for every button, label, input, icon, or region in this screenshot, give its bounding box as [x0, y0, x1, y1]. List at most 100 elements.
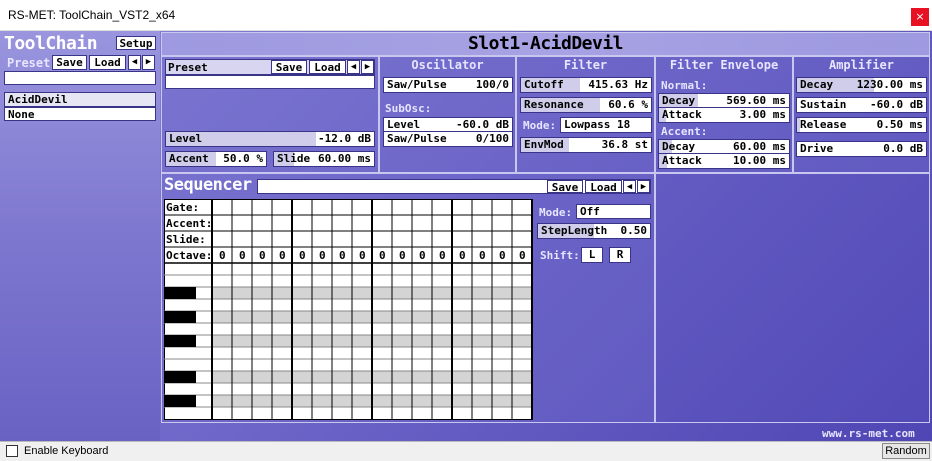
- octave-value[interactable]: 0: [279, 249, 286, 262]
- close-button[interactable]: ×: [911, 8, 929, 26]
- slot-item-2[interactable]: None: [4, 107, 156, 121]
- amp-decay-value: 1230.00 ms: [856, 78, 923, 91]
- subosc-saw-pulse-value: 0/100: [475, 132, 509, 145]
- filter-mode-select[interactable]: Lowpass 18: [560, 117, 652, 133]
- octave-value[interactable]: 0: [419, 249, 426, 262]
- website-label: www.rs-met.com: [822, 427, 915, 440]
- setup-button[interactable]: Setup: [116, 36, 156, 50]
- accent-attack-slider[interactable]: Attack 10.00 ms: [658, 153, 790, 169]
- osc-saw-pulse-label: Saw/Pulse: [387, 78, 447, 91]
- amp-release-value: 0.50 ms: [876, 118, 923, 131]
- octave-value[interactable]: 0: [399, 249, 406, 262]
- resonance-slider[interactable]: Resonance 60.6 %: [520, 97, 652, 113]
- octave-value[interactable]: 0: [479, 249, 486, 262]
- accent-slider[interactable]: Accent 50.0 %: [165, 151, 267, 167]
- amp-decay-slider[interactable]: Decay 1230.00 ms: [796, 77, 927, 93]
- octave-value[interactable]: 0: [239, 249, 246, 262]
- amp-release-slider[interactable]: Release 0.50 ms: [796, 117, 927, 133]
- toolchain-prev-button[interactable]: ◀: [128, 55, 141, 70]
- accent-row-label: Accent:: [166, 217, 212, 230]
- piano-black-key: [164, 311, 196, 323]
- shift-left-button[interactable]: L: [581, 247, 603, 263]
- amplifier-title: Amplifier: [828, 58, 895, 72]
- preset-save-button[interactable]: Save: [271, 60, 307, 74]
- filter-title: Filter: [563, 58, 608, 72]
- octave-value[interactable]: 0: [219, 249, 226, 262]
- amp-sustain-value: -60.0 dB: [870, 98, 923, 111]
- octave-value[interactable]: 0: [379, 249, 386, 262]
- normal-attack-slider[interactable]: Attack 3.00 ms: [658, 107, 790, 123]
- slide-slider[interactable]: Slide 60.00 ms: [273, 151, 375, 167]
- amp-sustain-slider[interactable]: Sustain -60.0 dB: [796, 97, 927, 113]
- cutoff-label: Cutoff: [524, 78, 564, 91]
- accent-value: 50.0 %: [223, 152, 263, 165]
- toolchain-next-button[interactable]: ▶: [142, 55, 155, 70]
- steplength-value: 0.50: [620, 224, 648, 237]
- level-slider[interactable]: Level -12.0 dB: [165, 131, 375, 147]
- octave-value[interactable]: 0: [519, 249, 526, 262]
- filter-envelope-title: Filter Envelope: [669, 58, 779, 72]
- piano-black-key: [164, 287, 196, 299]
- enable-keyboard-label: Enable Keyboard: [24, 445, 109, 457]
- amp-release-label: Release: [800, 118, 847, 131]
- toolchain-load-button[interactable]: Load: [89, 55, 126, 70]
- slot-item-1[interactable]: AcidDevil: [4, 92, 156, 107]
- sequencer-grid[interactable]: Gate: Accent: Slide: Octave: 00000000000…: [164, 199, 533, 420]
- toolchain-save-button[interactable]: Save: [52, 55, 87, 70]
- slide-value: 60.00 ms: [318, 152, 371, 165]
- preset-name-field[interactable]: [165, 75, 375, 89]
- resonance-value: 60.6 %: [608, 98, 648, 111]
- level-label: Level: [169, 132, 203, 145]
- amp-decay-label: Decay: [800, 78, 834, 91]
- preset-next-button[interactable]: ▶: [361, 60, 374, 74]
- piano-black-key: [164, 371, 196, 383]
- shift-right-button[interactable]: R: [609, 247, 631, 263]
- octave-value[interactable]: 0: [259, 249, 266, 262]
- shift-label: Shift:: [540, 249, 580, 262]
- sequencer-save-button[interactable]: Save: [547, 180, 583, 194]
- octave-value[interactable]: 0: [459, 249, 466, 262]
- osc-saw-pulse-slider[interactable]: Saw/Pulse 100/0: [383, 77, 513, 93]
- resonance-label: Resonance: [524, 98, 584, 111]
- sequencer-logo: Sequencer: [164, 175, 252, 195]
- slide-row-label: Slide:: [166, 233, 206, 246]
- subosc-level-label: Level: [387, 118, 421, 131]
- toolchain-preset-field[interactable]: [4, 71, 156, 85]
- sequencer-prev-button[interactable]: ◀: [623, 180, 636, 193]
- sequencer-load-button[interactable]: Load: [585, 180, 622, 194]
- envmod-value: 36.8 st: [601, 138, 648, 151]
- octave-value[interactable]: 0: [359, 249, 366, 262]
- subosc-saw-pulse-slider[interactable]: Saw/Pulse 0/100: [383, 131, 513, 147]
- random-button[interactable]: Random: [882, 443, 930, 459]
- preset-load-button[interactable]: Load: [309, 60, 346, 74]
- amp-drive-value: 0.0 dB: [883, 142, 923, 155]
- normal-label: Normal:: [661, 79, 708, 92]
- octave-value[interactable]: 0: [499, 249, 506, 262]
- preset-label: Preset: [7, 56, 51, 70]
- normal-attack-label: Attack: [662, 108, 702, 121]
- accent-attack-label: Attack: [662, 154, 702, 167]
- cutoff-slider[interactable]: Cutoff 415.63 Hz: [520, 77, 652, 93]
- steplength-slider[interactable]: StepLength 0.50: [537, 223, 651, 239]
- filter-mode-label: Mode:: [523, 119, 557, 132]
- preset-prev-button[interactable]: ◀: [347, 60, 360, 74]
- amp-drive-slider[interactable]: Drive 0.0 dB: [796, 141, 927, 157]
- window-title: RS-MET: ToolChain_VST2_x64: [8, 8, 176, 22]
- subosc-level-value: -60.0 dB: [456, 118, 509, 131]
- octave-value[interactable]: 0: [319, 249, 326, 262]
- accent-env-label: Accent:: [661, 125, 708, 138]
- normal-decay-value: 569.60 ms: [726, 94, 786, 107]
- seq-mode-select[interactable]: Off: [576, 204, 651, 219]
- octave-value[interactable]: 0: [339, 249, 346, 262]
- subosc-saw-pulse-label: Saw/Pulse: [387, 132, 447, 145]
- enable-keyboard-checkbox[interactable]: [6, 445, 18, 457]
- oscillator-title: Oscillator: [411, 58, 484, 72]
- octave-value[interactable]: 0: [439, 249, 446, 262]
- envmod-slider[interactable]: EnvMod 36.8 st: [520, 137, 652, 153]
- sequencer-next-button[interactable]: ▶: [637, 180, 650, 193]
- accent-decay-label: Decay: [662, 140, 696, 153]
- grid-frame: [164, 199, 533, 420]
- octave-value[interactable]: 0: [299, 249, 306, 262]
- preset-bar-label: Preset: [168, 61, 208, 74]
- amp-sustain-label: Sustain: [800, 98, 847, 111]
